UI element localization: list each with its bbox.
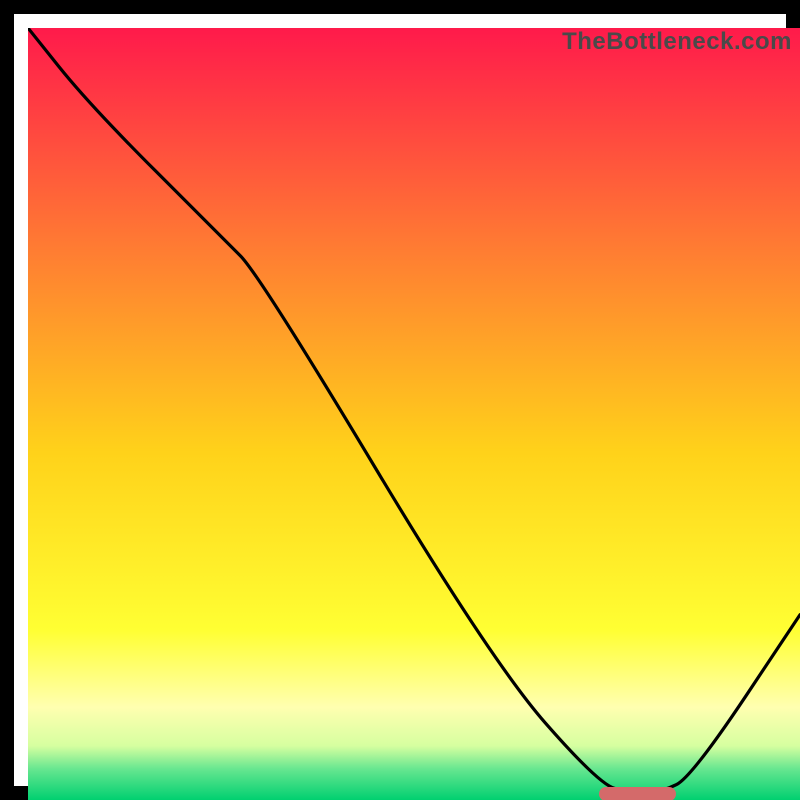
chart-curve [28, 28, 800, 800]
watermark-text: TheBottleneck.com [562, 28, 792, 56]
chart-marker [599, 787, 676, 800]
chart-frame: TheBottleneck.com [0, 0, 800, 800]
chart-area: TheBottleneck.com [28, 28, 800, 800]
